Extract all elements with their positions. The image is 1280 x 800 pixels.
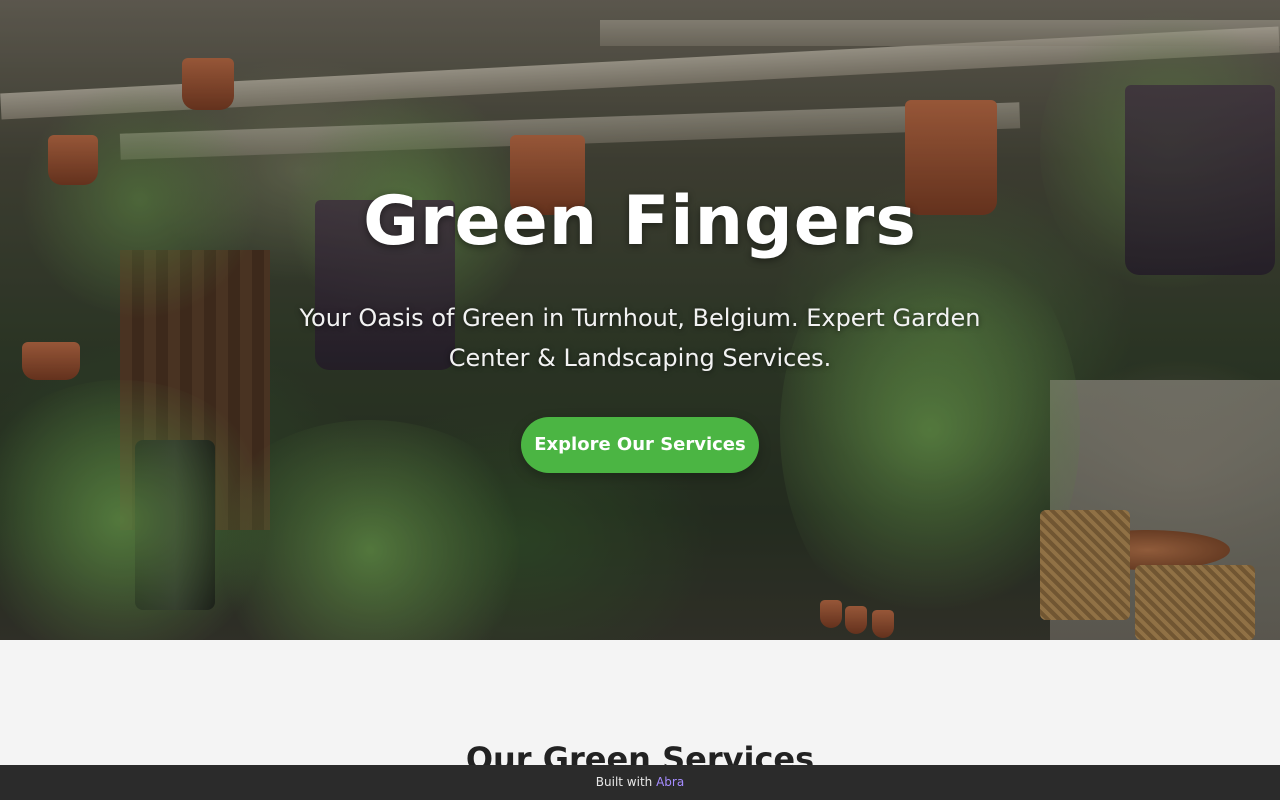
- explore-services-button[interactable]: Explore Our Services: [521, 417, 759, 473]
- hero-subtitle: Your Oasis of Green in Turnhout, Belgium…: [299, 304, 981, 372]
- hero-section: Green Fingers Your Oasis of Green in Tur…: [0, 0, 1280, 640]
- abra-link[interactable]: Abra: [656, 775, 684, 789]
- hero-title: Green Fingers: [363, 182, 917, 261]
- built-with-bar: Built with Abra: [0, 765, 1280, 800]
- built-with-prefix: Built with: [595, 775, 653, 789]
